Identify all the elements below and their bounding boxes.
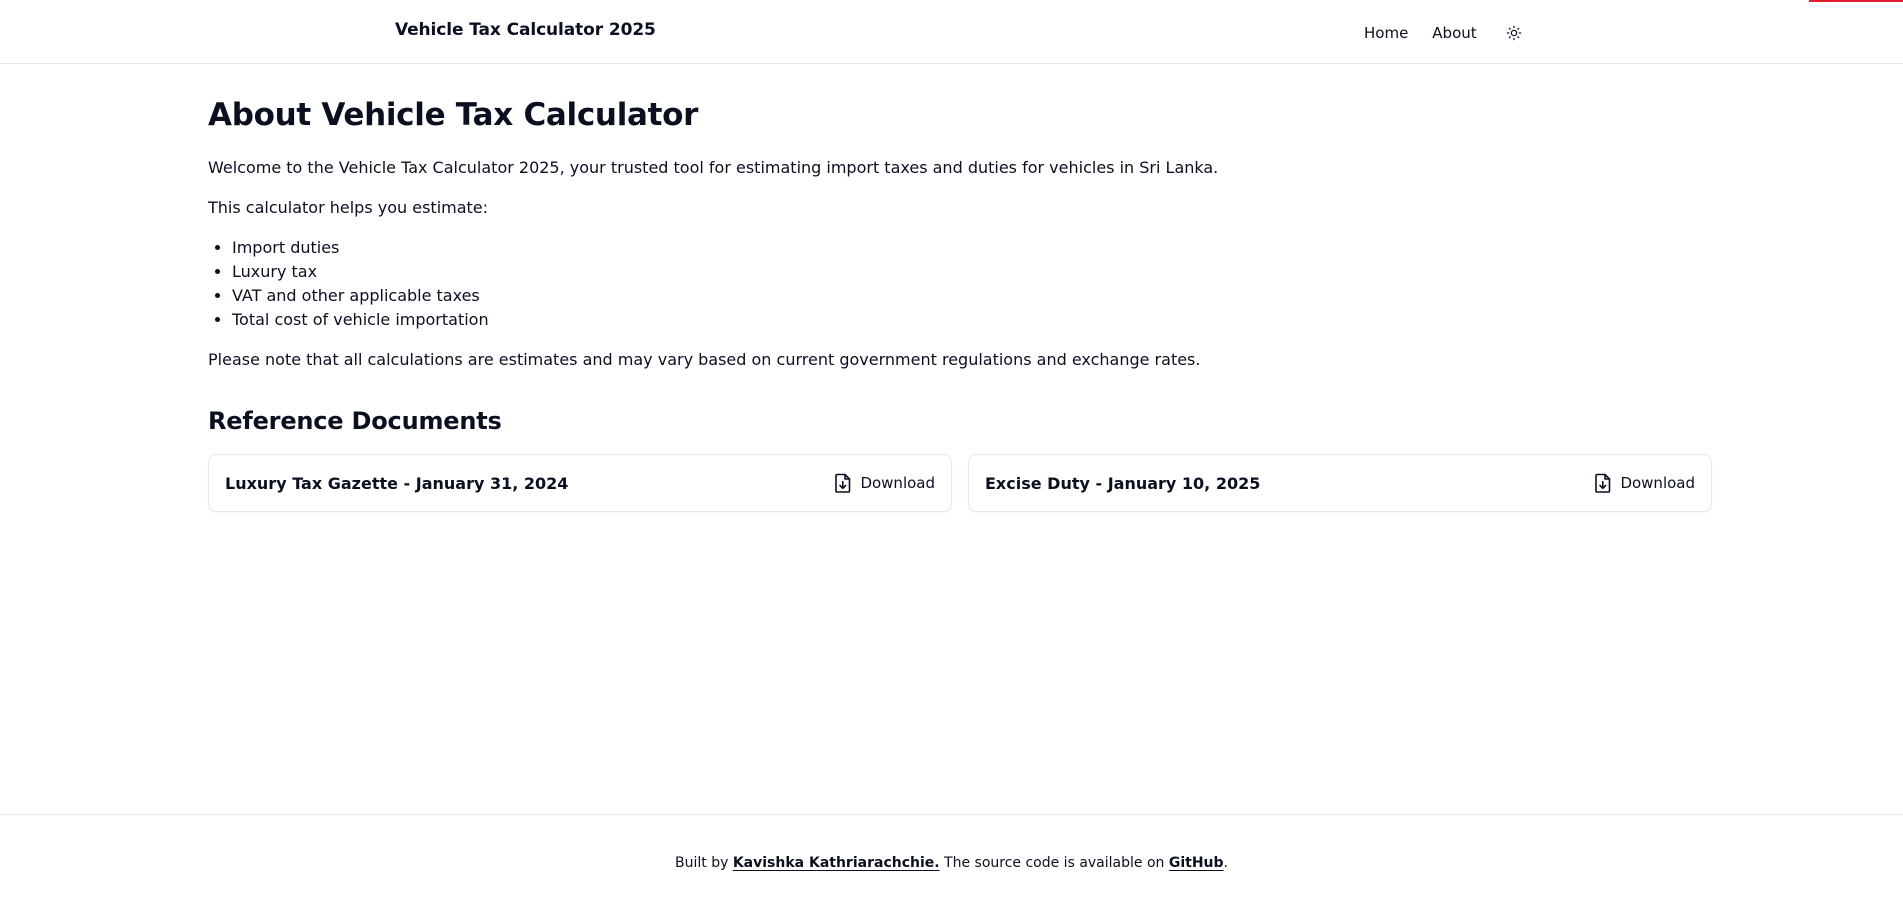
sun-icon	[1506, 25, 1521, 41]
file-download-icon	[835, 473, 851, 493]
download-label: Download	[860, 474, 935, 492]
feature-list: Import duties Luxury tax VAT and other a…	[208, 236, 489, 332]
download-label: Download	[1620, 474, 1695, 492]
page-title: About Vehicle Tax Calculator	[208, 97, 699, 133]
list-item: VAT and other applicable taxes	[232, 284, 489, 308]
helps-paragraph: This calculator helps you estimate:	[208, 198, 489, 217]
author-link[interactable]: Kavishka Kathriarachchie.	[733, 855, 940, 871]
page: Vehicle Tax Calculator 2025 Home About A…	[0, 0, 1903, 911]
main-content: About Vehicle Tax Calculator Welcome to …	[208, 93, 1712, 512]
footer-suffix: .	[1223, 855, 1228, 871]
document-card: Luxury Tax Gazette - January 31, 2024 Do…	[208, 454, 952, 512]
file-download-icon	[1595, 473, 1611, 493]
document-title: Luxury Tax Gazette - January 31, 2024	[225, 473, 569, 493]
footer-middle: The source code is available on	[939, 855, 1169, 871]
document-title: Excise Duty - January 10, 2025	[985, 473, 1261, 493]
intro-paragraph: Welcome to the Vehicle Tax Calculator 20…	[208, 158, 1219, 177]
disclaimer-note: Please note that all calculations are es…	[208, 350, 1201, 369]
site-header: Vehicle Tax Calculator 2025 Home About	[0, 0, 1903, 64]
reference-documents-heading: Reference Documents	[208, 407, 502, 435]
documents-grid: Luxury Tax Gazette - January 31, 2024 Do…	[208, 454, 1712, 512]
download-button[interactable]: Download	[834, 473, 935, 493]
list-item: Luxury tax	[232, 260, 489, 284]
document-card: Excise Duty - January 10, 2025 Download	[968, 454, 1712, 512]
loading-progress-bar	[1809, 0, 1903, 2]
footer-credit: Built by Kavishka Kathriarachchie. The s…	[0, 855, 1903, 871]
list-item: Import duties	[232, 236, 489, 260]
site-footer: Built by Kavishka Kathriarachchie. The s…	[0, 814, 1903, 911]
download-button[interactable]: Download	[1594, 473, 1695, 493]
github-link[interactable]: GitHub	[1169, 855, 1224, 871]
main-nav: Home About	[1364, 22, 1525, 44]
list-item: Total cost of vehicle importation	[232, 308, 489, 332]
nav-home-link[interactable]: Home	[1364, 24, 1408, 42]
nav-about-link[interactable]: About	[1432, 24, 1476, 42]
footer-prefix: Built by	[675, 855, 733, 871]
site-title[interactable]: Vehicle Tax Calculator 2025	[395, 20, 656, 40]
theme-toggle-button[interactable]	[1503, 22, 1525, 44]
